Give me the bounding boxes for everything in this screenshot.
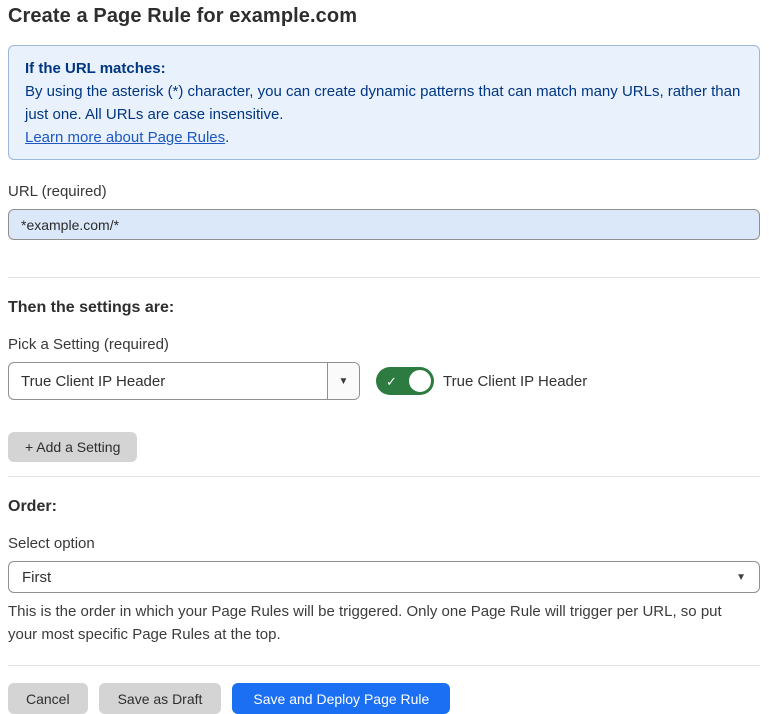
setting-select-value: True Client IP Header — [9, 363, 327, 399]
setting-toggle[interactable]: ✓ — [376, 367, 434, 395]
toggle-label: True Client IP Header — [443, 373, 587, 390]
order-select-value: First — [22, 569, 51, 586]
save-and-deploy-button[interactable]: Save and Deploy Page Rule — [232, 683, 450, 714]
dropdown-arrow-icon[interactable]: ▼ — [327, 363, 359, 399]
url-input[interactable] — [8, 209, 760, 240]
order-help-text: This is the order in which your Page Rul… — [8, 600, 748, 646]
order-select-label: Select option — [8, 535, 760, 552]
section-divider — [8, 476, 760, 477]
actions-row: Cancel Save as Draft Save and Deploy Pag… — [8, 683, 760, 714]
checkmark-icon: ✓ — [386, 375, 397, 388]
pick-setting-label: Pick a Setting (required) — [8, 336, 760, 353]
save-as-draft-button[interactable]: Save as Draft — [99, 683, 222, 714]
chevron-down-icon: ▼ — [736, 572, 746, 583]
page-title: Create a Page Rule for example.com — [8, 5, 760, 28]
section-divider — [8, 277, 760, 278]
url-match-info-box: If the URL matches: By using the asteris… — [8, 45, 760, 160]
order-section-heading: Order: — [8, 498, 760, 516]
link-period: . — [225, 129, 229, 146]
learn-more-link[interactable]: Learn more about Page Rules — [25, 129, 225, 146]
info-box-heading: If the URL matches: — [25, 57, 743, 80]
setting-row: True Client IP Header ▼ ✓ True Client IP… — [8, 362, 760, 400]
add-setting-button[interactable]: + Add a Setting — [8, 432, 137, 462]
cancel-button[interactable]: Cancel — [8, 683, 88, 714]
url-field-label: URL (required) — [8, 183, 760, 200]
info-box-body: By using the asterisk (*) character, you… — [25, 80, 743, 126]
setting-select[interactable]: True Client IP Header ▼ — [8, 362, 360, 400]
order-select[interactable]: First ▼ — [8, 561, 760, 593]
info-box-link-line: Learn more about Page Rules. — [25, 126, 743, 149]
settings-section-heading: Then the settings are: — [8, 299, 760, 317]
toggle-knob[interactable] — [407, 368, 433, 394]
section-divider — [8, 665, 760, 666]
